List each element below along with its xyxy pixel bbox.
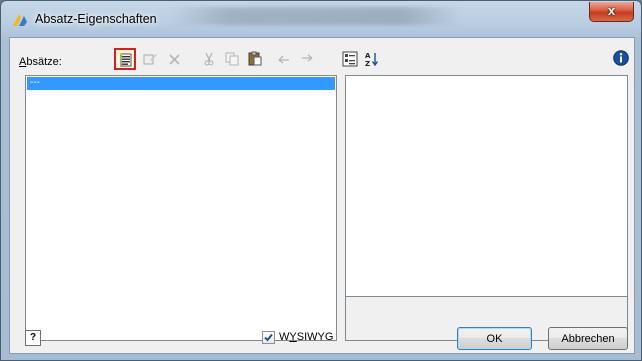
new-paragraph-icon xyxy=(120,53,132,67)
cut-button[interactable] xyxy=(198,48,220,70)
new-paragraph-button[interactable] xyxy=(114,48,136,70)
close-button[interactable]: x xyxy=(589,2,634,22)
undo-button[interactable] xyxy=(273,48,295,70)
delete-icon xyxy=(169,54,180,65)
help-button[interactable]: ? xyxy=(25,330,41,346)
delete-paragraph-button[interactable] xyxy=(164,48,186,70)
help-icon: ? xyxy=(29,332,37,343)
info-button[interactable] xyxy=(613,50,629,69)
info-icon xyxy=(613,50,629,66)
absaetze-label-text: bsätze: xyxy=(26,56,62,68)
checkmark-icon xyxy=(264,333,273,342)
ok-button[interactable]: OK xyxy=(457,327,532,350)
redo-button[interactable] xyxy=(296,48,318,70)
close-icon: x xyxy=(607,3,616,18)
sort-alphabetical-button[interactable]: A Z xyxy=(361,48,383,70)
edit-paragraph-icon xyxy=(143,54,157,65)
window-title: Absatz-Eigenschaften xyxy=(35,12,157,26)
sort-az-icon: A Z xyxy=(365,52,379,67)
cancel-button[interactable]: Abbrechen xyxy=(548,327,628,350)
wysiwyg-label: WYSIWYG xyxy=(279,331,333,343)
wysiwyg-label-post: SIWYG xyxy=(296,331,334,343)
dialog-window: Absatz-Eigenschaften x Absätze: A Z --- … xyxy=(0,0,642,361)
paste-icon xyxy=(248,51,262,66)
redo-arrow-icon xyxy=(302,54,313,62)
svg-text:Z: Z xyxy=(365,60,370,67)
svg-text:A: A xyxy=(365,52,371,60)
list-item-selected[interactable]: --- xyxy=(27,77,335,90)
paste-button[interactable] xyxy=(244,48,266,70)
wysiwyg-label-accelerator: Y xyxy=(289,331,297,343)
property-grid[interactable] xyxy=(345,75,628,297)
app-logo-icon xyxy=(11,12,29,28)
wysiwyg-label-pre: W xyxy=(279,331,290,343)
title-bar[interactable]: Absatz-Eigenschaften x xyxy=(1,1,641,37)
absaetze-label: Absätze: xyxy=(19,56,62,68)
categorized-view-icon xyxy=(342,51,358,67)
undo-arrow-icon xyxy=(278,55,289,64)
paragraph-list[interactable]: --- xyxy=(25,75,337,341)
scissors-icon xyxy=(204,52,214,66)
wysiwyg-checkbox[interactable] xyxy=(262,331,275,344)
dialog-client-area: Absätze: A Z --- ? WYSIWYG OK Abbrechen xyxy=(9,37,635,354)
categorized-view-button[interactable] xyxy=(339,48,361,70)
copy-icon xyxy=(225,52,239,66)
edit-paragraph-button[interactable] xyxy=(139,48,161,70)
title-bar-background-blur xyxy=(171,7,461,25)
copy-button[interactable] xyxy=(221,48,243,70)
